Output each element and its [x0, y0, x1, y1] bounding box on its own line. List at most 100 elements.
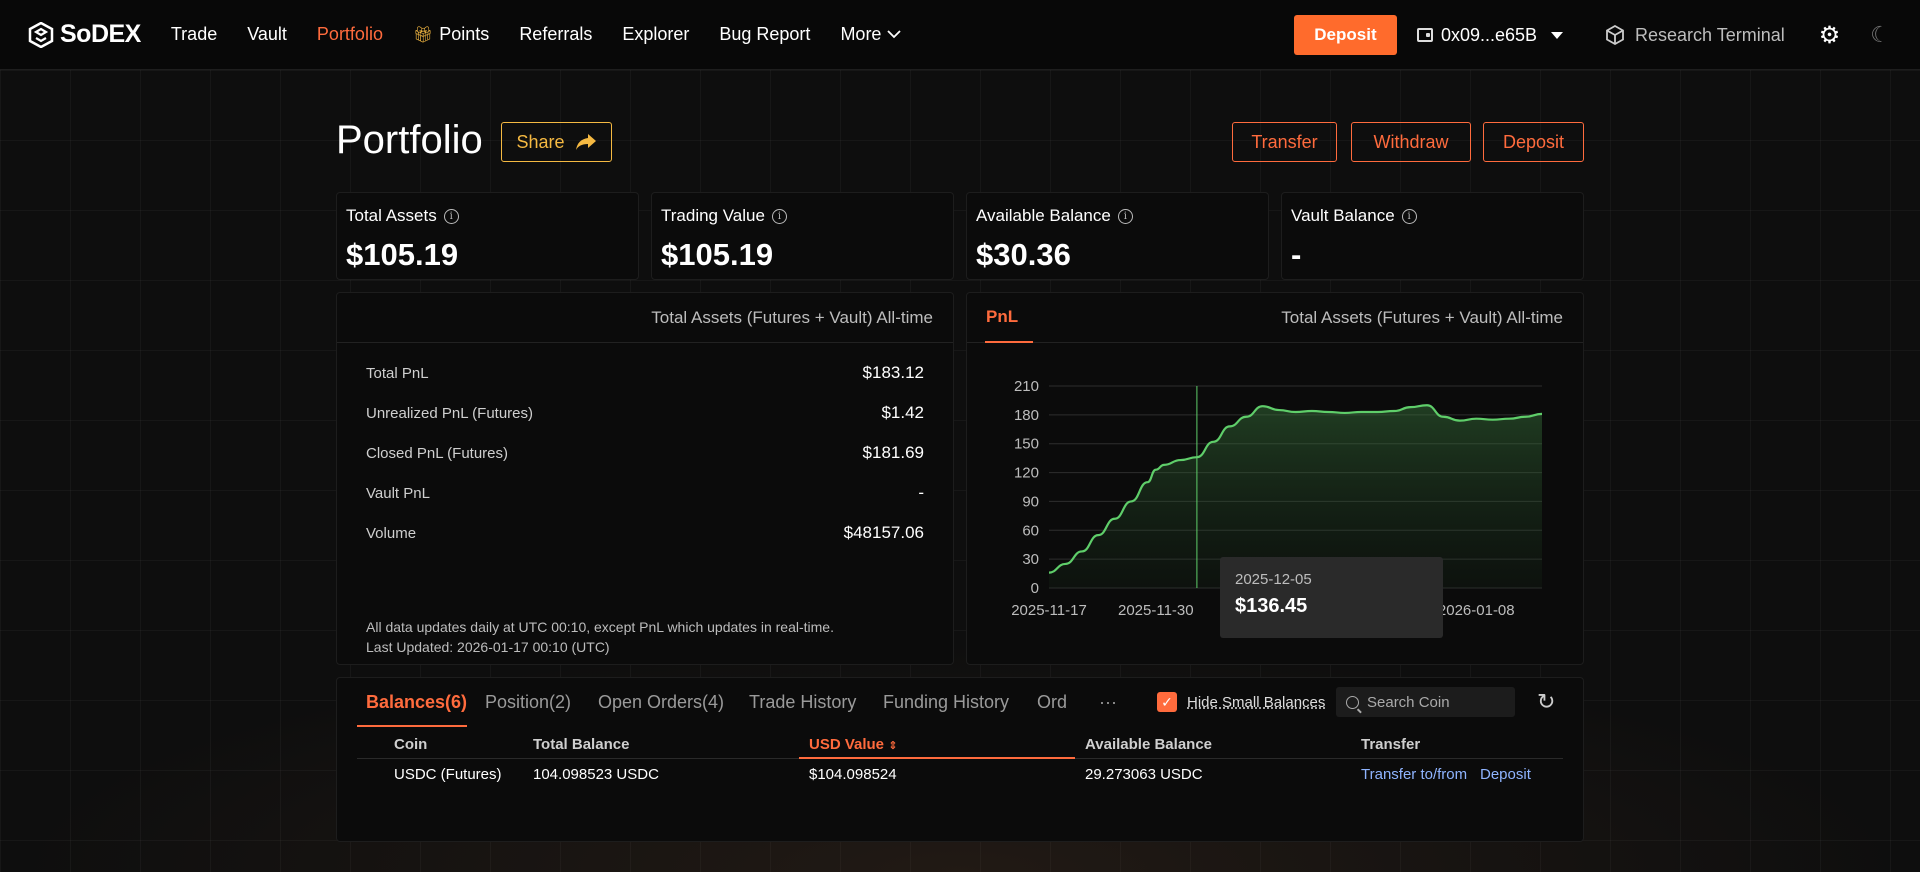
- transfer-link[interactable]: Transfer to/from: [1361, 766, 1467, 783]
- research-terminal-label: Research Terminal: [1635, 24, 1785, 45]
- tab-open-orders[interactable]: Open Orders(4): [598, 692, 724, 713]
- stat-label-wrap: Available Balance i: [976, 206, 1133, 226]
- x-tick-label: 2025-11-17: [1011, 602, 1087, 619]
- nav-more[interactable]: More: [840, 24, 902, 45]
- nav-right: Deposit 0x09...e65B Research Terminal ⚙ …: [1293, 0, 1920, 70]
- tab-orders-truncated[interactable]: Ord: [1037, 692, 1067, 713]
- stat-label: Total Assets: [346, 206, 437, 225]
- chart-panel-title: Total Assets (Futures + Vault) All-time: [1281, 308, 1563, 327]
- pnl-row-label: Closed PnL (Futures): [366, 444, 509, 462]
- nav-bug-report[interactable]: Bug Report: [719, 24, 810, 45]
- info-icon[interactable]: i: [1401, 208, 1417, 224]
- tab-position[interactable]: Position(2): [485, 692, 571, 713]
- col-usd-value[interactable]: USD Value ⇕: [809, 736, 897, 753]
- pnl-row-value: $1.42: [881, 403, 924, 422]
- nav-points[interactable]: 🎁︎ Points: [413, 24, 489, 45]
- tab-balances[interactable]: Balances(6): [366, 692, 467, 713]
- logo-text: SoDEX: [60, 20, 141, 48]
- search-icon: [1346, 695, 1359, 709]
- deposit-button[interactable]: Deposit: [1483, 122, 1584, 162]
- info-icon[interactable]: i: [771, 208, 787, 224]
- chevron-down-icon: [887, 30, 902, 39]
- hide-small-checkbox[interactable]: ✓: [1157, 692, 1177, 712]
- pnl-row: Volume $48157.06: [366, 521, 924, 545]
- page-title: Portfolio: [336, 118, 483, 162]
- wallet-address: 0x09...e65B: [1440, 24, 1538, 45]
- x-tick-label: 2025-11-30: [1118, 602, 1194, 619]
- cell-total-balance: 104.098523 USDC: [533, 766, 659, 783]
- info-icon[interactable]: i: [443, 208, 459, 224]
- tab-pnl[interactable]: PnL: [986, 307, 1018, 327]
- last-updated: Last Updated: 2026-01-17 00:10 (UTC): [366, 639, 610, 655]
- y-tick-label: 180: [1014, 407, 1039, 424]
- pnl-panel-header: Total Assets (Futures + Vault) All-time: [337, 293, 953, 343]
- row-deposit-link[interactable]: Deposit: [1480, 766, 1531, 783]
- search-coin[interactable]: [1336, 687, 1515, 717]
- stat-trading-value: Trading Value i $105.19: [651, 192, 954, 280]
- pnl-row-value: $181.69: [862, 443, 924, 462]
- balances-panel: Balances(6) Position(2) Open Orders(4) T…: [336, 677, 1584, 842]
- share-label: Share: [516, 131, 565, 152]
- nav-portfolio[interactable]: Portfolio: [317, 24, 383, 45]
- wallet-icon: [1416, 28, 1433, 42]
- top-deposit-button[interactable]: Deposit: [1293, 15, 1397, 55]
- cell-coin: USDC (Futures): [394, 766, 502, 783]
- nav-explorer[interactable]: Explorer: [622, 24, 689, 45]
- logo[interactable]: SoDEX: [28, 20, 141, 49]
- pnl-row: Closed PnL (Futures) $181.69: [366, 441, 924, 465]
- pnl-panel-title: Total Assets (Futures + Vault) All-time: [651, 308, 933, 327]
- y-tick-label: 150: [1014, 436, 1039, 453]
- stat-value: $105.19: [661, 237, 774, 272]
- more-tabs-icon[interactable]: ···: [1099, 692, 1117, 713]
- cell-usd-value: $104.098524: [809, 766, 897, 783]
- stat-available-balance: Available Balance i $30.36: [966, 192, 1269, 280]
- col-available-balance: Available Balance: [1085, 736, 1213, 753]
- tab-balances-underline: [357, 725, 467, 727]
- pnl-row-label: Total PnL: [366, 364, 429, 382]
- gift-icon: 🎁︎: [412, 26, 434, 44]
- nav-points-label: Points: [439, 24, 490, 44]
- research-terminal-link[interactable]: Research Terminal: [1605, 25, 1785, 46]
- stat-label-wrap: Vault Balance i: [1291, 206, 1417, 226]
- x-tick-label: 2026-01-08: [1438, 602, 1515, 619]
- sodex-logo-icon: [28, 21, 54, 48]
- wallet-selector[interactable]: 0x09...e65B: [1416, 24, 1564, 46]
- top-nav: SoDEX Trade Vault Portfolio 🎁︎ Points Re…: [0, 0, 1920, 70]
- chart-panel-header: PnL Total Assets (Futures + Vault) All-t…: [967, 293, 1583, 343]
- pnl-row-value: $48157.06: [843, 523, 924, 542]
- y-tick-label: 120: [1014, 465, 1039, 482]
- stat-label: Vault Balance: [1291, 206, 1395, 225]
- tooltip-value: $136.45: [1235, 595, 1308, 617]
- gear-icon[interactable]: ⚙: [1819, 21, 1841, 50]
- pnl-row: Vault PnL -: [366, 481, 924, 505]
- cube-icon: [1606, 25, 1624, 45]
- stat-label: Available Balance: [976, 206, 1111, 225]
- pnl-row-label: Unrealized PnL (Futures): [366, 404, 534, 422]
- sorted-column-indicator: [799, 757, 1075, 759]
- y-tick-label: 90: [1022, 493, 1039, 510]
- stat-label-wrap: Total Assets i: [346, 206, 459, 226]
- stat-total-assets: Total Assets i $105.19: [336, 192, 639, 280]
- pnl-row-label: Volume: [366, 524, 417, 542]
- share-button[interactable]: Share: [501, 122, 612, 162]
- tab-trade-history[interactable]: Trade History: [749, 692, 856, 713]
- search-input[interactable]: [1367, 693, 1497, 711]
- col-transfer: Transfer: [1361, 736, 1421, 753]
- balances-tabs: Balances(6) Position(2) Open Orders(4) T…: [337, 678, 1583, 728]
- update-note: All data updates daily at UTC 00:10, exc…: [366, 619, 834, 635]
- nav-vault[interactable]: Vault: [247, 24, 287, 45]
- tab-funding-history[interactable]: Funding History: [883, 692, 1009, 713]
- pnl-row-value: $183.12: [862, 363, 924, 382]
- nav-referrals[interactable]: Referrals: [519, 24, 592, 45]
- pnl-chart-panel: PnL Total Assets (Futures + Vault) All-t…: [966, 292, 1584, 665]
- withdraw-button[interactable]: Withdraw: [1351, 122, 1471, 162]
- hide-small-label[interactable]: Hide Small Balances: [1187, 694, 1325, 711]
- cell-available-balance: 29.273063 USDC: [1085, 766, 1203, 783]
- info-icon[interactable]: i: [1117, 208, 1133, 224]
- refresh-icon[interactable]: ↻: [1537, 689, 1555, 715]
- y-tick-label: 30: [1022, 551, 1039, 568]
- nav-trade[interactable]: Trade: [171, 24, 217, 45]
- stat-label-wrap: Trading Value i: [661, 206, 787, 226]
- moon-icon[interactable]: ☾: [1870, 22, 1890, 48]
- transfer-button[interactable]: Transfer: [1232, 122, 1337, 162]
